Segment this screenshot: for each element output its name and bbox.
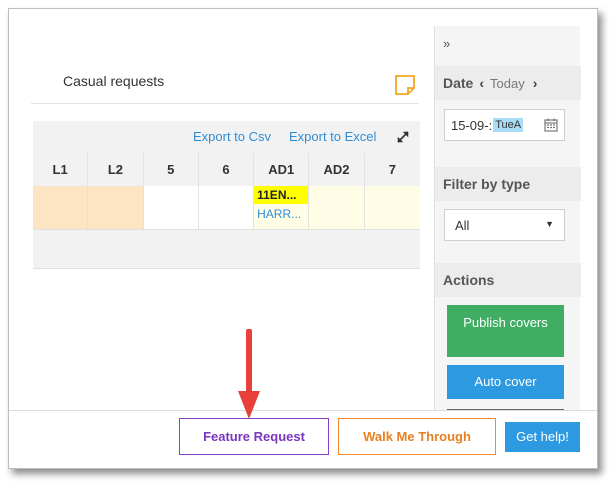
collapse-panel-button[interactable]: » [443,36,450,51]
column-header: 6 [198,153,255,186]
column-header: 5 [143,153,199,186]
footer-bar: Feature Request Walk Me Through Get help… [9,410,597,468]
publish-covers-button[interactable]: Publish covers [447,305,564,357]
app-window: Casual requests Export to Csv Export to … [8,8,598,469]
date-weekday-highlight: TueA [493,118,524,132]
grid-cell[interactable] [33,186,89,229]
filter-type-select[interactable]: All ▼ [444,209,565,241]
next-date-button[interactable]: › [533,75,538,91]
export-toolbar: Export to Csv Export to Excel [33,121,420,153]
main-content: Casual requests Export to Csv Export to … [9,9,429,468]
column-header: L1 [33,153,89,186]
grid-cell[interactable] [88,186,144,229]
feature-request-button[interactable]: Feature Request [179,418,329,455]
lesson-code: 11EN... [254,186,309,204]
sticky-note-icon[interactable] [395,75,415,95]
column-header: AD1 [254,153,310,186]
column-header: AD2 [309,153,365,186]
date-field[interactable]: 15-09-: TueA [444,109,565,141]
auto-cover-button[interactable]: Auto cover [447,365,564,399]
grid-cell[interactable] [143,186,199,229]
filter-section-header: Filter by type [435,167,581,201]
timetable-grid: L1 L2 5 6 AD1 AD2 7 11EN... HARR... [33,153,420,269]
walk-me-through-button[interactable]: Walk Me Through [338,418,496,455]
divider [31,103,419,104]
actions-section-header: Actions [435,263,581,297]
grid-cell[interactable] [364,186,420,229]
grid-cell[interactable] [198,186,255,229]
lesson-teacher-link[interactable]: HARR... [254,204,308,224]
grid-cell[interactable] [309,186,365,229]
column-header: L2 [88,153,144,186]
export-csv-link[interactable]: Export to Csv [193,129,271,144]
grid-cell-lesson[interactable]: 11EN... HARR... [254,186,310,229]
date-section-header: Date ‹ Today › [435,66,581,100]
get-help-button[interactable]: Get help! [505,422,580,452]
prev-date-button[interactable]: ‹ [479,75,484,91]
table-row: 11EN... HARR... [33,186,420,230]
export-excel-link[interactable]: Export to Excel [289,129,376,144]
filter-value: All [455,218,470,233]
card-title: Casual requests [63,73,165,89]
column-header: 7 [364,153,420,186]
caret-down-icon: ▼ [545,219,554,229]
date-value: 15-09-: [451,117,493,133]
grid-empty-row [33,230,420,269]
calendar-icon[interactable] [544,118,558,132]
today-button[interactable]: Today [490,76,525,91]
right-sidebar: » Date ‹ Today › 15-09-: TueA Filter by … [434,26,581,468]
date-label: Date [443,75,474,91]
grid-header-row: L1 L2 5 6 AD1 AD2 7 [33,153,420,186]
lesson-entry[interactable]: 11EN... HARR... [254,186,309,224]
expand-icon[interactable] [395,129,411,145]
red-arrow-annotation [238,329,260,419]
